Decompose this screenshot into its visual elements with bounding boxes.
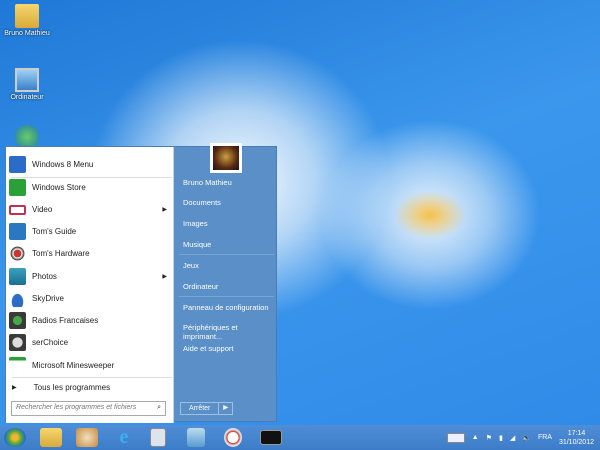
search-input[interactable]: Rechercher les programmes et fichiers ⌕ — [11, 401, 166, 416]
start-menu: Windows 8 Menu Windows Store Video ▶ Tom'… — [5, 143, 277, 423]
snipping-tool-icon[interactable] — [224, 428, 242, 447]
program-video[interactable]: Video ▶ — [8, 199, 171, 220]
link-computer[interactable]: Ordinateur — [183, 282, 218, 291]
serchoice-icon — [9, 334, 26, 351]
internet-explorer-icon[interactable]: e — [113, 427, 135, 447]
action-center-flag-icon[interactable]: ⚑ — [486, 434, 492, 442]
user-folder-icon — [15, 4, 39, 28]
photos-icon — [9, 268, 26, 285]
toms-guide-icon — [9, 223, 26, 240]
link-music[interactable]: Musique — [183, 240, 211, 249]
radio-icon — [9, 312, 26, 329]
link-help-support[interactable]: Aide et support — [183, 344, 233, 353]
program-windows8-menu[interactable]: Windows 8 Menu — [8, 154, 171, 175]
calculator-icon[interactable] — [150, 428, 166, 447]
link-games[interactable]: Jeux — [183, 261, 199, 270]
taskbar: e ▲ ⚑ ▮ ◢ 🔈 FRA 17:14 31/10/2012 — [0, 425, 600, 450]
program-serchoice[interactable]: serChoice — [8, 332, 171, 353]
command-prompt-icon[interactable] — [260, 430, 282, 445]
shutdown-button-group: Arrêter ▶ — [180, 402, 234, 415]
link-control-panel[interactable]: Panneau de configuration — [183, 303, 269, 312]
program-photos[interactable]: Photos ▶ — [8, 266, 171, 287]
submenu-arrow-icon: ▶ — [162, 274, 167, 280]
program-minesweeper[interactable]: Microsoft Minesweeper — [8, 355, 171, 376]
minesweeper-icon — [9, 357, 26, 374]
show-hidden-icons[interactable]: ▲ — [472, 434, 479, 441]
link-user[interactable]: Bruno Mathieu — [183, 178, 232, 187]
volume-icon[interactable]: 🔈 — [522, 434, 531, 442]
start-orb-icon[interactable] — [4, 428, 26, 447]
program-toms-hardware[interactable]: Tom's Hardware — [8, 243, 171, 264]
search-icon: ⌕ — [157, 404, 161, 411]
program-skydrive[interactable]: SkyDrive — [8, 288, 171, 309]
link-devices-printers[interactable]: Périphériques et imprimant... — [183, 323, 276, 341]
network-signal-icon[interactable]: ◢ — [510, 434, 515, 442]
avatar[interactable] — [210, 143, 242, 173]
link-documents[interactable]: Documents — [183, 198, 221, 207]
divider — [179, 254, 274, 255]
shutdown-button[interactable]: Arrêter — [181, 403, 220, 414]
desktop-icon-computer[interactable]: Ordinateur — [2, 68, 52, 101]
divider — [179, 296, 274, 297]
video-icon — [9, 204, 26, 215]
program-windows-store[interactable]: Windows Store — [8, 177, 171, 198]
keyboard-icon[interactable] — [446, 432, 465, 443]
desktop-icon-user[interactable]: Bruno Mathieu — [2, 4, 52, 37]
system-tray: ▲ ⚑ ▮ ◢ 🔈 FRA 17:14 31/10/2012 — [446, 425, 594, 450]
arrow-right-icon: ▶ — [12, 385, 17, 391]
paint-icon[interactable] — [76, 428, 98, 447]
windows8-menu-icon — [9, 156, 26, 173]
program-radios-francaises[interactable]: Radios Francaises — [8, 310, 171, 331]
link-images[interactable]: Images — [183, 219, 208, 228]
program-toms-guide[interactable]: Tom's Guide — [8, 221, 171, 242]
store-icon — [9, 179, 26, 196]
toms-hardware-icon — [9, 245, 26, 262]
notepad-icon[interactable] — [187, 428, 205, 447]
file-explorer-icon[interactable] — [40, 428, 62, 447]
skydrive-icon — [9, 290, 26, 307]
computer-icon — [15, 68, 39, 92]
all-programs[interactable]: ▶ Tous les programmes — [8, 377, 171, 398]
power-icon[interactable]: ▮ — [499, 434, 503, 442]
clock[interactable]: 17:14 31/10/2012 — [559, 429, 594, 447]
shutdown-options-arrow-icon[interactable]: ▶ — [219, 403, 232, 414]
submenu-arrow-icon: ▶ — [162, 207, 167, 213]
programs-pane: Windows 8 Menu Windows Store Video ▶ Tom'… — [6, 147, 174, 423]
language-indicator[interactable]: FRA — [538, 434, 552, 441]
